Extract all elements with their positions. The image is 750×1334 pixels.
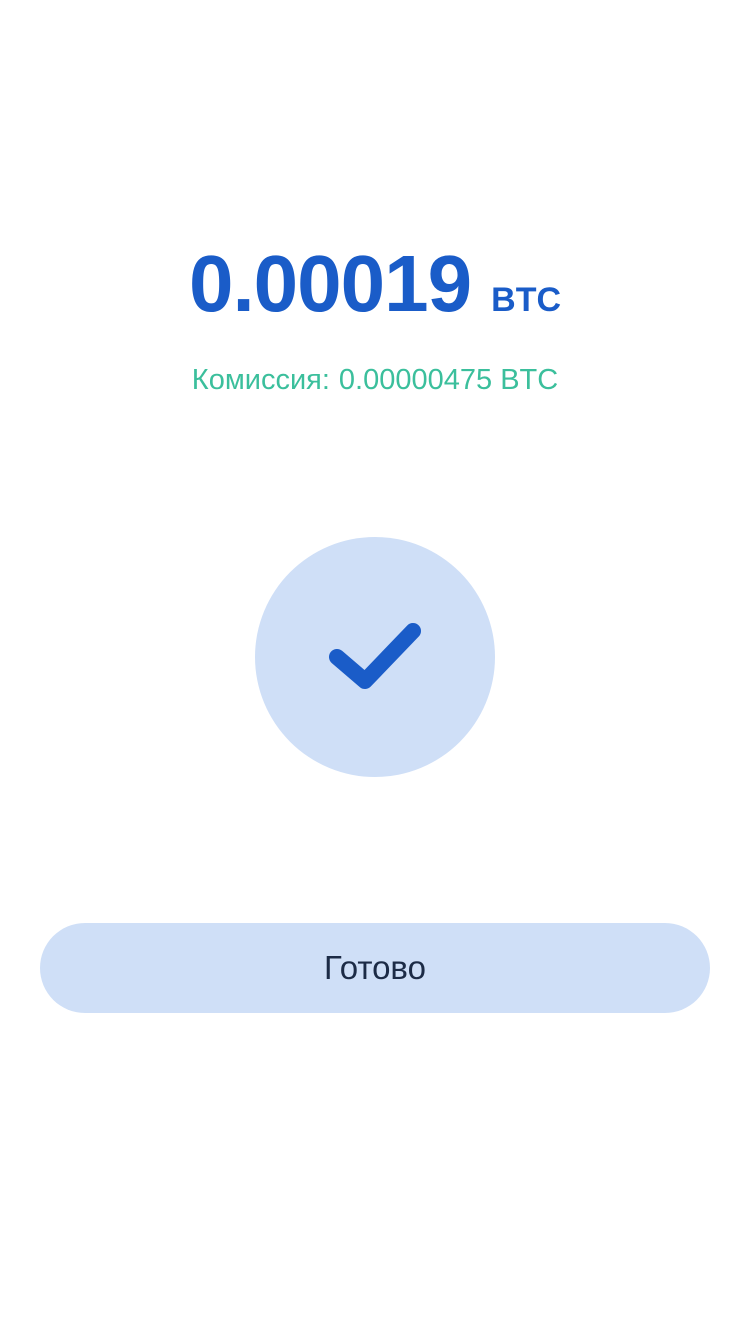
transfer-amount: 0.00019 BTC bbox=[0, 236, 750, 332]
fee-label: Комиссия: bbox=[191, 364, 330, 396]
done-button[interactable]: Готово bbox=[40, 923, 710, 1013]
fee-line: Комиссия: 0.00000475 BTC bbox=[0, 360, 750, 400]
amount-currency: BTC bbox=[491, 281, 562, 319]
amount-value: 0.00019 bbox=[188, 239, 472, 328]
fee-amount: 0.00000475 BTC bbox=[338, 364, 559, 396]
success-indicator bbox=[255, 537, 495, 777]
checkmark-icon bbox=[329, 623, 421, 689]
